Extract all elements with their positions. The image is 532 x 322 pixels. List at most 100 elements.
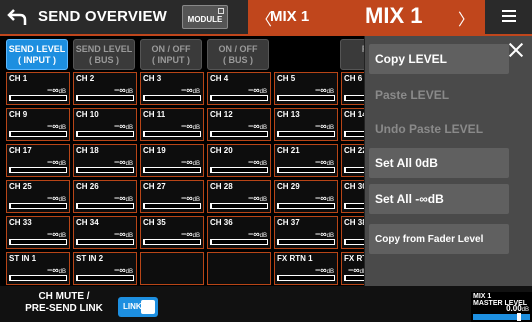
channel-name: CH 33	[9, 218, 32, 227]
send-level-cell[interactable]: CH 4 −∞dB	[207, 72, 271, 105]
send-level-cell[interactable]: CH 19 −∞dB	[140, 144, 204, 177]
send-level-cell[interactable]	[140, 252, 204, 285]
channel-name: CH 1	[9, 74, 28, 83]
level-value: −∞dB	[247, 193, 267, 203]
send-level-cell[interactable]: CH 9 −∞dB	[6, 108, 70, 141]
level-bar	[277, 203, 335, 209]
send-level-cell[interactable]: CH 33 −∞dB	[6, 216, 70, 249]
send-level-cell[interactable]: CH 21 −∞dB	[274, 144, 338, 177]
level-value: −∞dB	[180, 193, 200, 203]
master-level-knob[interactable]	[517, 313, 521, 321]
level-value: −∞dB	[314, 85, 334, 95]
channel-name: CH 19	[143, 146, 166, 155]
tab-on-off-bus[interactable]: ON / OFF ( BUS )	[207, 39, 269, 70]
menu-item[interactable]: Set All 0dB	[369, 148, 509, 178]
menu-item: Paste LEVEL	[369, 80, 509, 110]
level-bar	[277, 167, 335, 173]
channel-name: CH 3	[143, 74, 162, 83]
tab-label: SEND LEVEL	[75, 43, 133, 54]
menu-button[interactable]	[494, 7, 524, 27]
context-menu: Copy LEVEL Paste LEVEL Undo Paste LEVEL Set…	[364, 36, 532, 286]
channel-name: CH 34	[76, 218, 99, 227]
send-level-cell[interactable]: ST IN 1 −∞dB	[6, 252, 70, 285]
send-level-cell[interactable]: CH 2 −∞dB	[73, 72, 137, 105]
menu-item[interactable]: Copy from Fader Level	[369, 224, 509, 254]
mute-label-line2: PRE-SEND LINK	[25, 303, 103, 314]
send-level-cell[interactable]: CH 29 −∞dB	[274, 180, 338, 213]
tab-sublabel: ( BUS )	[223, 54, 253, 65]
menu-item: Undo Paste LEVEL	[369, 114, 509, 144]
level-value: −∞dB	[113, 193, 133, 203]
send-level-cell[interactable]: ST IN 2 −∞dB	[73, 252, 137, 285]
level-bar	[9, 203, 67, 209]
level-value: −∞dB	[247, 157, 267, 167]
channel-name: CH 2	[76, 74, 95, 83]
level-bar	[9, 131, 67, 137]
mute-label-line1: CH MUTE /	[38, 291, 90, 302]
level-bar	[76, 95, 134, 101]
master-level-bar[interactable]	[473, 313, 530, 321]
level-bar	[76, 131, 134, 137]
level-bar	[76, 167, 134, 173]
link-toggle[interactable]: LINK	[118, 297, 158, 317]
send-level-cell[interactable]: CH 10 −∞dB	[73, 108, 137, 141]
channel-name: CH 13	[277, 110, 300, 119]
level-bar	[210, 203, 268, 209]
tab-send-level-bus[interactable]: SEND LEVEL ( BUS )	[73, 39, 135, 70]
back-button[interactable]	[0, 0, 34, 34]
send-level-cell[interactable]: CH 37 −∞dB	[274, 216, 338, 249]
level-bar	[9, 275, 67, 281]
level-value: −∞dB	[46, 121, 66, 131]
level-value: −∞dB	[314, 121, 334, 131]
level-value: −∞dB	[247, 229, 267, 239]
send-level-cell[interactable]: CH 34 −∞dB	[73, 216, 137, 249]
level-value: −∞dB	[46, 265, 66, 275]
level-value: −∞dB	[46, 157, 66, 167]
send-level-cell[interactable]: CH 17 −∞dB	[6, 144, 70, 177]
back-arrow-icon	[7, 9, 27, 25]
menu-item[interactable]: Copy LEVEL	[369, 44, 509, 74]
channel-name: CH 18	[76, 146, 99, 155]
send-level-cell[interactable]: CH 26 −∞dB	[73, 180, 137, 213]
tab-send-level-input[interactable]: SEND LEVEL ( INPUT )	[6, 39, 68, 70]
send-level-cell[interactable]: FX RTN 1 −∞dB	[274, 252, 338, 285]
send-level-cell[interactable]: CH 25 −∞dB	[6, 180, 70, 213]
menu-item[interactable]: Set All -∞dB	[369, 184, 509, 214]
send-level-cell[interactable]: CH 35 −∞dB	[140, 216, 204, 249]
channel-name: CH 10	[76, 110, 99, 119]
module-button[interactable]: MODULE	[182, 5, 228, 29]
tab-sublabel: ( INPUT )	[18, 54, 56, 65]
level-bar	[210, 131, 268, 137]
level-bar	[277, 275, 335, 281]
hamburger-icon-line	[502, 15, 516, 17]
level-value: −∞dB	[314, 229, 334, 239]
channel-name: CH 4	[210, 74, 229, 83]
send-level-cell[interactable]: CH 12 −∞dB	[207, 108, 271, 141]
send-level-cell[interactable]: CH 36 −∞dB	[207, 216, 271, 249]
send-level-cell[interactable]: CH 18 −∞dB	[73, 144, 137, 177]
header-bar: SEND OVERVIEW MODULE 〈 MIX 1 MIX 1 〉	[0, 0, 532, 34]
channel-name: CH 5	[277, 74, 296, 83]
tab-sublabel: ( BUS )	[89, 54, 119, 65]
send-level-cell[interactable]: CH 5 −∞dB	[274, 72, 338, 105]
hamburger-icon-line	[502, 20, 516, 22]
send-level-cell[interactable]: CH 11 −∞dB	[140, 108, 204, 141]
channel-name: CH 35	[143, 218, 166, 227]
send-level-cell[interactable]: CH 3 −∞dB	[140, 72, 204, 105]
send-level-cell[interactable]: CH 20 −∞dB	[207, 144, 271, 177]
send-level-cell[interactable]	[207, 252, 271, 285]
next-mix-button[interactable]: 〉	[458, 6, 474, 30]
level-value: −∞dB	[180, 157, 200, 167]
level-value: −∞dB	[113, 265, 133, 275]
send-level-cell[interactable]: CH 1 −∞dB	[6, 72, 70, 105]
send-level-cell[interactable]: CH 28 −∞dB	[207, 180, 271, 213]
master-level[interactable]: MIX 1 MASTER LEVEL 0.00dB	[471, 292, 532, 322]
mix-name-display: MIX 1	[365, 3, 423, 28]
tab-on-off-input[interactable]: ON / OFF ( INPUT )	[140, 39, 202, 70]
close-icon[interactable]	[508, 42, 524, 58]
level-bar	[9, 167, 67, 173]
send-level-cell[interactable]: CH 27 −∞dB	[140, 180, 204, 213]
level-bar	[143, 131, 201, 137]
send-level-cell[interactable]: CH 13 −∞dB	[274, 108, 338, 141]
channel-name: CH 12	[210, 110, 233, 119]
